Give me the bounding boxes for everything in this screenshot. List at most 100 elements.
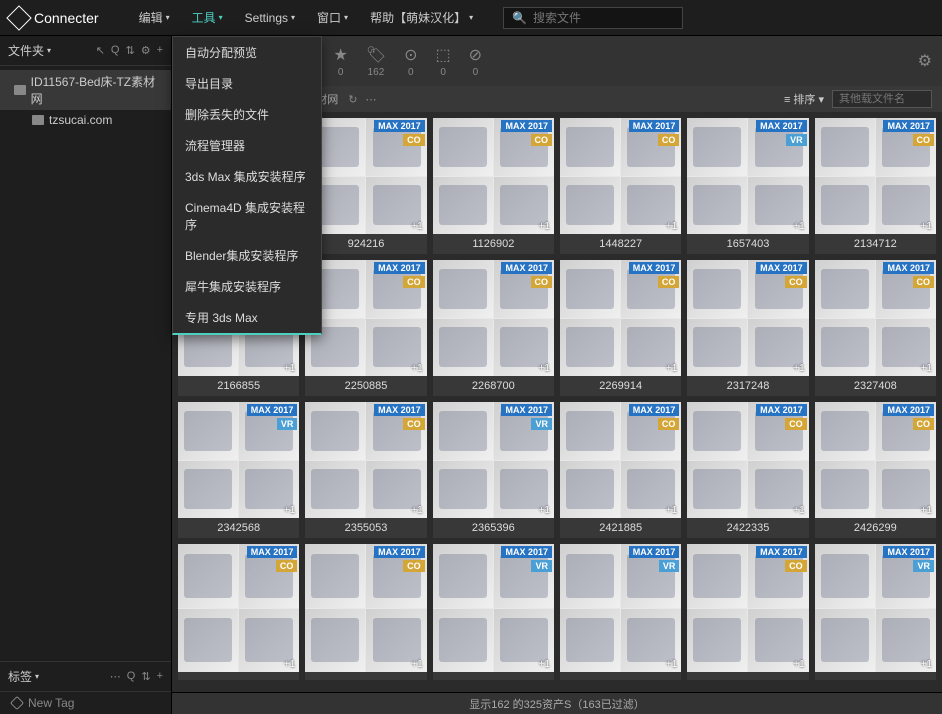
renderer-badge: CO: [403, 418, 425, 430]
asset-card[interactable]: MAX 2017CO+1: [178, 544, 299, 680]
add-icon[interactable]: +: [157, 44, 163, 57]
file-search[interactable]: [832, 90, 932, 108]
dropdown-item[interactable]: 专用 3ds Max: [173, 302, 321, 333]
renderer-badge: CO: [531, 134, 553, 146]
format-badge: MAX 2017: [629, 404, 680, 416]
format-badge: MAX 2017: [629, 546, 680, 558]
dropdown-item[interactable]: Cinema4D 集成安装程序: [173, 192, 321, 240]
file-search-input[interactable]: [839, 93, 925, 105]
format-badge: MAX 2017: [883, 262, 934, 274]
menu-窗口[interactable]: 窗口 ▾: [307, 5, 358, 30]
thumbnail: MAX 2017CO+1: [560, 402, 681, 518]
global-search[interactable]: 🔍: [503, 7, 683, 29]
renderer-badge: CO: [276, 560, 298, 572]
asset-card[interactable]: MAX 2017CO+12421885: [560, 402, 681, 538]
tb-item[interactable]: ⊘0: [469, 45, 482, 78]
asset-card[interactable]: MAX 2017VR+1: [433, 544, 554, 680]
plus-indicator: +1: [793, 659, 804, 670]
renderer-badge: VR: [659, 560, 680, 572]
dropdown-item[interactable]: 自动分配预览: [173, 37, 321, 68]
asset-card[interactable]: MAX 2017CO+12268700: [433, 260, 554, 396]
plus-indicator: +1: [793, 363, 804, 374]
new-tag-item[interactable]: New Tag: [0, 692, 171, 714]
sort-label[interactable]: ≡ 排序 ▾: [784, 91, 824, 107]
dropdown-item[interactable]: Blender集成安装程序: [173, 240, 321, 271]
dropdown-item[interactable]: 犀牛集成安装程序: [173, 271, 321, 302]
asset-id: 2134712: [815, 234, 936, 254]
renderer-badge: CO: [913, 418, 935, 430]
asset-card[interactable]: MAX 2017CO+1924216: [305, 118, 426, 254]
renderer-badge: CO: [785, 418, 807, 430]
search-input[interactable]: [533, 11, 688, 25]
tb-item[interactable]: ⬚0: [436, 45, 451, 78]
asset-card[interactable]: MAX 2017CO+12327408: [815, 260, 936, 396]
plus-indicator: +1: [793, 505, 804, 516]
asset-id: 2317248: [687, 376, 808, 396]
asset-id: 2269914: [560, 376, 681, 396]
asset-id: 2421885: [560, 518, 681, 538]
plus-indicator: +1: [539, 363, 550, 374]
menu-帮助【萌妹汉化】[interactable]: 帮助【萌妹汉化】 ▾: [360, 5, 483, 30]
asset-card[interactable]: MAX 2017CO+12250885: [305, 260, 426, 396]
asset-card[interactable]: MAX 2017CO+12422335: [687, 402, 808, 538]
plus-indicator: +1: [921, 363, 932, 374]
asset-card[interactable]: MAX 2017VR+12365396: [433, 402, 554, 538]
format-badge: MAX 2017: [629, 120, 680, 132]
asset-card[interactable]: MAX 2017CO+12134712: [815, 118, 936, 254]
asset-card[interactable]: MAX 2017VR+1: [560, 544, 681, 680]
menu-工具[interactable]: 工具 ▾: [182, 5, 233, 30]
asset-card[interactable]: MAX 2017CO+11126902: [433, 118, 554, 254]
tag-icon: [10, 696, 24, 710]
search-icon[interactable]: Q: [127, 670, 136, 683]
more-icon[interactable]: ⋯: [366, 93, 377, 106]
asset-card[interactable]: MAX 2017VR+12342568: [178, 402, 299, 538]
asset-card[interactable]: MAX 2017CO+1: [305, 544, 426, 680]
format-badge: MAX 2017: [883, 546, 934, 558]
dropdown-item[interactable]: 导出目录: [173, 68, 321, 99]
folder-icon: [14, 85, 26, 95]
dropdown-item[interactable]: 3ds Max 集成安装程序: [173, 161, 321, 192]
asset-card[interactable]: MAX 2017CO+1: [687, 544, 808, 680]
format-badge: MAX 2017: [883, 120, 934, 132]
refresh-icon[interactable]: ↻: [348, 93, 357, 106]
chevron-down-icon[interactable]: ▾: [35, 672, 39, 681]
asset-card[interactable]: MAX 2017CO+12317248: [687, 260, 808, 396]
renderer-badge: CO: [785, 276, 807, 288]
chevron-down-icon[interactable]: ▾: [47, 46, 51, 55]
asset-card[interactable]: MAX 2017VR+11657403: [687, 118, 808, 254]
asset-card[interactable]: MAX 2017CO+12426299: [815, 402, 936, 538]
search-icon[interactable]: Q: [111, 44, 120, 57]
tb-item[interactable]: 🏷162: [366, 45, 386, 78]
folders-title: 文件夹: [8, 42, 44, 59]
plus-indicator: +1: [284, 505, 295, 516]
filter-icon[interactable]: ⇅: [141, 670, 150, 683]
add-icon[interactable]: +: [157, 670, 163, 683]
asset-card[interactable]: MAX 2017CO+12269914: [560, 260, 681, 396]
tb-item[interactable]: ★0: [333, 45, 347, 78]
asset-id: 2327408: [815, 376, 936, 396]
dropdown-item[interactable]: 流程管理器: [173, 130, 321, 161]
asset-card[interactable]: MAX 2017VR+1: [815, 544, 936, 680]
menu-编辑[interactable]: 编辑 ▾: [129, 5, 180, 30]
plus-indicator: +1: [539, 505, 550, 516]
cursor-icon[interactable]: ↖: [96, 44, 105, 57]
dropdown-item[interactable]: 删除丢失的文件: [173, 99, 321, 130]
asset-id: 2268700: [433, 376, 554, 396]
tree-item[interactable]: tzsucai.com: [0, 110, 171, 130]
asset-card[interactable]: MAX 2017CO+12355053: [305, 402, 426, 538]
gear-icon[interactable]: ⚙: [141, 44, 151, 57]
tags-title: 标签: [8, 668, 32, 685]
plus-indicator: +1: [411, 363, 422, 374]
gear-icon[interactable]: ⚙: [918, 51, 932, 71]
menu-Settings[interactable]: Settings ▾: [235, 5, 305, 30]
asset-card[interactable]: MAX 2017CO+11448227: [560, 118, 681, 254]
thumbnail: MAX 2017VR+1: [433, 544, 554, 672]
dots-icon[interactable]: ⋯: [110, 670, 121, 683]
tb-item[interactable]: ⊙0: [404, 45, 417, 78]
plus-indicator: +1: [666, 221, 677, 232]
thumbnail: MAX 2017CO+1: [305, 260, 426, 376]
thumbnail: MAX 2017CO+1: [815, 260, 936, 376]
asset-id: 2422335: [687, 518, 808, 538]
filter-icon[interactable]: ⇅: [125, 44, 134, 57]
tree-item[interactable]: ID11567-Bed床-TZ素材网: [0, 70, 171, 110]
